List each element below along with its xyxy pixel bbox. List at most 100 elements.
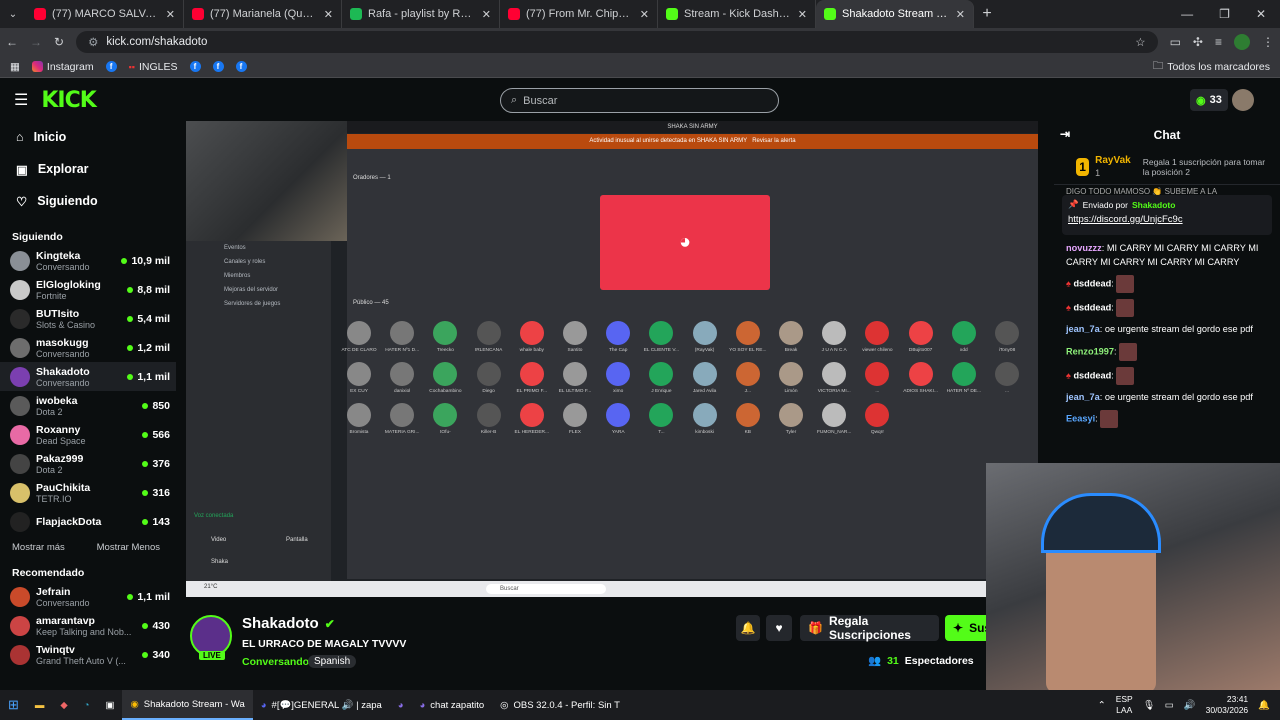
chat-username[interactable]: jean_7a [1066,324,1100,334]
browser-tab[interactable]: (77) MARCO SALVA A GRACE D ✕ [26,0,184,28]
forward-icon[interactable]: → [30,35,42,49]
address-bar[interactable]: ⚙ kick.com/shakadoto ☆ [76,31,1158,53]
facebook-icon[interactable]: f [235,61,247,72]
minimize-button[interactable]: — [1181,7,1193,21]
close-tab-icon[interactable]: ✕ [324,8,333,21]
user-avatar[interactable] [1232,89,1254,111]
chat-username[interactable]: Eeasyi [1066,413,1095,423]
hamburger-menu-icon[interactable]: ☰ [14,90,28,110]
chat-username[interactable]: Renzo1997 [1066,346,1114,356]
clock[interactable]: 23:41 30/03/2026 [1206,694,1249,716]
chat-username[interactable]: novuzzz [1066,243,1102,253]
subscribe-button[interactable]: ✦Sus [945,615,986,641]
profile-avatar[interactable] [1234,34,1250,50]
all-bookmarks[interactable]: 🗀 Todos los marcadores [1153,58,1270,76]
explorer-button[interactable]: ▬ [27,690,53,720]
close-tab-icon[interactable]: ✕ [798,8,807,21]
bookmark-instagram[interactable]: Instagram [31,61,94,73]
pinned-link[interactable]: https://discord.gg/UnjcFc9c [1068,214,1266,225]
sidebar-channel[interactable]: Kingteka Conversando 10,9 mil [0,246,176,275]
sidebar-channel[interactable]: Shakadoto Conversando 1,1 mil [0,362,176,391]
chat-username[interactable]: jean_7a [1066,392,1100,402]
chat-username[interactable]: dsddead [1073,278,1111,288]
sidebar-channel[interactable]: Jefrain Conversando 1,1 mil [0,582,176,611]
nav-inicio[interactable]: ⌂ Inicio [0,121,176,153]
kick-logo[interactable]: KICK [41,88,96,113]
gift-subs-button[interactable]: 🎁 Regala Suscripciones [800,614,939,642]
chrome-menu-icon[interactable]: ⋮ [1262,35,1274,49]
start-button[interactable]: ⊞ [0,690,27,720]
sidebar-channel[interactable]: iwobeka Dota 2 850 [0,391,176,420]
network-icon[interactable]: ▭ [1165,700,1174,711]
browser-tab[interactable]: Stream - Kick Dashboard ✕ [658,0,816,28]
tray-chevron-icon[interactable]: ⌃ [1098,700,1106,711]
back-icon[interactable]: ← [6,35,18,49]
notification-bell-button[interactable]: 🔔 [736,615,760,641]
close-tab-icon[interactable]: ✕ [640,8,649,21]
new-tab-button[interactable]: + [974,5,1000,23]
taskbar-app-chrome[interactable]: ◉ Shakadoto Stream - Wa [122,690,253,720]
volume-icon[interactable]: 🔊 [1184,700,1196,711]
tab-search-icon[interactable]: ⌄ [0,0,26,28]
kick-points-badge[interactable]: ◉ 33 [1190,89,1228,111]
close-tab-icon[interactable]: ✕ [956,8,965,21]
taskbar-app-discord-2[interactable]: ◕ [390,690,412,720]
close-tab-icon[interactable]: ✕ [166,8,175,21]
sidebar-channel[interactable]: Twinqtv Grand Theft Auto V (... 340 [0,640,176,669]
facebook-icon[interactable]: f [189,61,201,72]
headphones [1041,493,1161,553]
audience-member-avatar [822,362,847,386]
facebook-icon[interactable]: f [212,61,224,72]
reload-icon[interactable]: ↻ [54,35,64,49]
sidebar-channel[interactable]: PauChikita TETR.IO 316 [0,478,176,507]
close-tab-icon[interactable]: ✕ [482,8,491,21]
extensions-icon[interactable]: ✣ [1193,35,1203,49]
sidebar-channel[interactable]: BUTIsito Slots & Casino 5,4 mil [0,304,176,333]
apps-grid-icon[interactable]: ▦ [10,61,20,73]
edge-button[interactable]: ◔ [76,690,98,720]
store-button[interactable]: ▣ [97,690,122,720]
sidebar-channel[interactable]: ElGlogloking Fortnite 8,8 mil [0,275,176,304]
audience-member-name: danixiol [394,389,411,394]
language-tag[interactable]: Spanish [308,655,357,668]
app-button[interactable]: ◆ [52,690,75,720]
channel-name[interactable]: Shakadoto [242,615,319,632]
taskbar-app-discord[interactable]: ◕ #[💬]GENERAL 🔊 | zapa [253,690,390,720]
nav-siguiendo[interactable]: ♡ Siguiendo [0,185,176,217]
media-icon[interactable]: ≡ [1215,35,1222,49]
nav-explorar[interactable]: ▣ Explorar [0,153,176,185]
sidebar-channel[interactable]: amarantavp Keep Talking and Nob... 430 [0,611,176,640]
browser-tab[interactable]: Shakadoto Stream - Watch ✕ [816,0,974,28]
browser-tab[interactable]: (77) From Mr. Chips to Scarface ✕ [500,0,658,28]
taskbar-app-chat[interactable]: ◕ chat zapatito [412,690,493,720]
close-window-button[interactable]: ✕ [1256,7,1266,21]
chat-username[interactable]: dsddead [1073,370,1111,380]
video-player[interactable]: SHAKA SIN ARMY Actividad inusual al unir… [186,121,1038,597]
search-input[interactable]: ⌕ Buscar [500,88,779,113]
language-indicator[interactable]: ESP LAA [1116,694,1133,716]
browser-tab[interactable]: Rafa - playlist by RafaelLxared | ✕ [342,0,500,28]
collapse-chat-icon[interactable]: ⇥ [1060,127,1070,141]
channel-avatar [10,308,30,329]
sidebar-channel[interactable]: Pakaz999 Dota 2 376 [0,449,176,478]
notifications-icon[interactable]: 🔔 [1258,700,1270,711]
sidebar-channel[interactable]: masokugg Conversando 1,2 mil [0,333,176,362]
bookmark-star-icon[interactable]: ☆ [1135,35,1145,49]
cast-icon[interactable]: ▭ [1170,35,1181,49]
bookmark-ingles[interactable]: ▪▪ INGLES [129,61,178,73]
discord-user: Shaka [211,559,229,565]
mic-icon[interactable]: 🎙 [1143,700,1155,711]
chat-username[interactable]: dsddead [1073,302,1111,312]
audience-member-name: J... [744,389,751,394]
sidebar-channel[interactable]: FlapjackDota 143 [0,507,176,536]
sidebar-channel[interactable]: Roxanny Dead Space 566 [0,420,176,449]
browser-tab[interactable]: (77) Marianela (Que Pasa) (Exte ✕ [184,0,342,28]
site-info-icon[interactable]: ⚙ [88,35,98,49]
stream-category[interactable]: Conversando [242,656,309,668]
restore-button[interactable]: ❐ [1219,7,1230,21]
show-more-button[interactable]: Mostrar más [12,542,65,553]
follow-heart-button[interactable]: ♥ [766,615,792,641]
taskbar-app-obs[interactable]: ◎ OBS 32.0.4 - Perfil: Sin T [492,690,628,720]
facebook-icon[interactable]: f [105,61,117,72]
show-less-button[interactable]: Mostrar Menos [97,542,160,553]
